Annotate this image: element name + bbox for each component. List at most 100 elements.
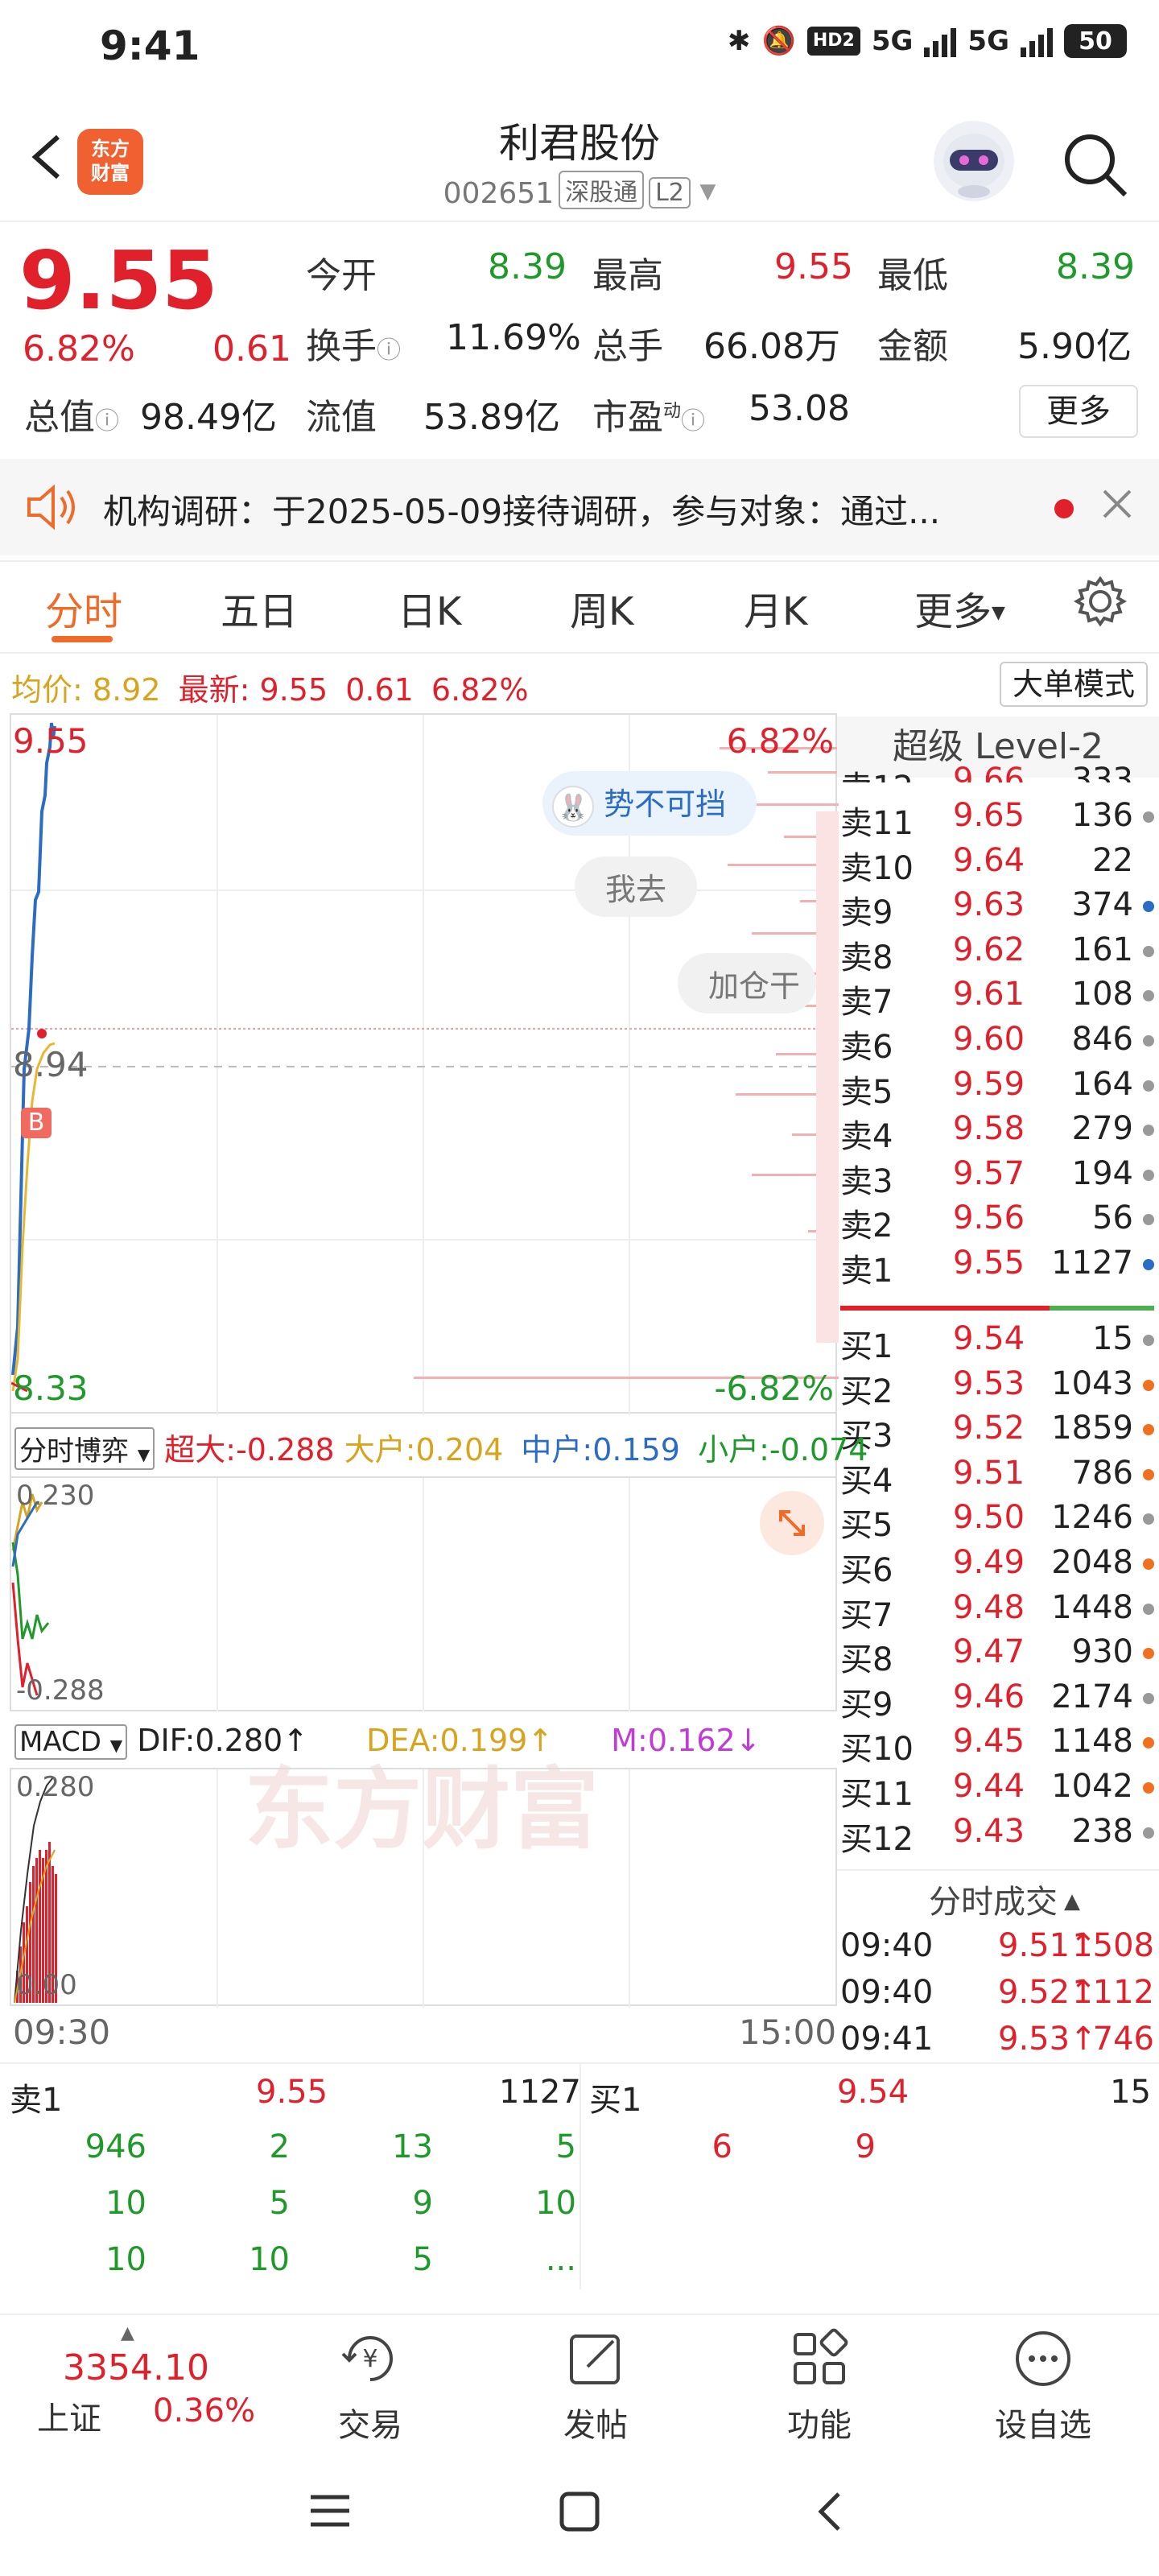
bid-volume: 786	[1071, 1454, 1133, 1492]
assistant-avatar[interactable]	[934, 121, 1014, 201]
queue-order: 10	[249, 2241, 290, 2278]
order-flag-dot	[1143, 1214, 1154, 1226]
order-flag-dot	[1143, 1558, 1154, 1570]
tab-more[interactable]: 更多▼	[914, 580, 1005, 636]
news-text[interactable]: 机构调研：于2025-05-09接待调研，参与对象：通过...	[103, 485, 940, 534]
bid-row[interactable]: 买12 9.43 238	[840, 1812, 1154, 1858]
ask-row[interactable]: 卖7 9.61 108	[840, 976, 1154, 1021]
more-button[interactable]: 更多	[1019, 385, 1138, 438]
bid-level-label: 买12	[840, 1820, 914, 1858]
amount-label: 金额	[877, 326, 948, 367]
nav-trade[interactable]: 交易	[290, 2399, 451, 2446]
back-nav-icon[interactable]	[806, 2487, 855, 2536]
comment-bubble-2[interactable]: 我去	[575, 857, 698, 917]
bid-row[interactable]: 买9 9.46 2174	[840, 1678, 1154, 1724]
info-icon: ⓘ	[95, 407, 119, 436]
mktcap-value: 98.49亿	[140, 397, 277, 438]
index-name[interactable]: 上证	[37, 2392, 101, 2439]
tab-intraday[interactable]: 分时	[45, 580, 122, 636]
menu-icon[interactable]	[306, 2491, 354, 2531]
speaker-icon	[27, 484, 75, 530]
ask-row[interactable]: 卖6 9.60 846	[840, 1021, 1154, 1066]
network-label-1: 5G	[871, 25, 914, 57]
comment-bubble-3[interactable]: 加仓干	[678, 953, 817, 1013]
queue-order: ...	[545, 2241, 576, 2278]
queue-order: 10	[105, 2241, 146, 2278]
comment-bubble-1[interactable]: 🐰 势不可挡	[542, 771, 757, 836]
ask-volume: 22	[1092, 841, 1133, 879]
bid-row[interactable]: 买4 9.51 786	[840, 1454, 1154, 1500]
bid-row[interactable]: 买7 9.48 1448	[840, 1588, 1154, 1634]
bid-level-label: 买9	[840, 1686, 893, 1724]
ask-row[interactable]: 卖11 9.65 136	[840, 797, 1154, 842]
high-value: 9.55	[774, 246, 853, 287]
macd-legend: MACD ▼ DIF:0.280↑ DEA:0.199↑ M:0.162↓	[14, 1723, 761, 1760]
big-order-mode-button[interactable]: 大单模式	[1000, 662, 1148, 707]
nav-post[interactable]: 发帖	[515, 2399, 676, 2446]
dropdown-caret-icon: ▼	[699, 180, 716, 204]
bid-row[interactable]: 买10 9.45 1148	[840, 1723, 1154, 1768]
expand-button[interactable]	[760, 1491, 824, 1555]
macd-selector[interactable]: MACD ▼	[14, 1724, 128, 1760]
nav-functions[interactable]: 功能	[739, 2399, 900, 2446]
buy-marker[interactable]: B	[21, 1108, 52, 1138]
svg-text:¥: ¥	[362, 2345, 377, 2373]
close-news-button[interactable]	[1099, 486, 1135, 525]
settings-button[interactable]	[1073, 575, 1128, 631]
bid-volume: 238	[1071, 1812, 1133, 1850]
bid-row[interactable]: 买8 9.47 930	[840, 1633, 1154, 1678]
queue-order: 946	[85, 2128, 146, 2165]
tab-monthly-k[interactable]: 月K	[744, 580, 807, 636]
bid-price: 9.46	[953, 1678, 1025, 1715]
ask-row[interactable]: 卖3 9.57 194	[840, 1155, 1154, 1200]
bid-row[interactable]: 买1 9.54 15	[840, 1320, 1154, 1365]
queue-order: 10	[535, 2185, 576, 2222]
ask-volume: 164	[1071, 1065, 1133, 1103]
ask-row[interactable]: 卖4 9.58 279	[840, 1110, 1154, 1155]
bid-row[interactable]: 买6 9.49 2048	[840, 1544, 1154, 1589]
tab-five-day[interactable]: 五日	[221, 580, 298, 636]
bid-volume: 1448	[1051, 1588, 1133, 1626]
indicator-selector[interactable]: 分时博弈 ▼	[14, 1427, 155, 1470]
capital-flow-chart[interactable]: 0.230 -0.288	[10, 1478, 837, 1711]
bid-row[interactable]: 买5 9.50 1246	[840, 1499, 1154, 1544]
ask-level-label: 卖10	[840, 849, 914, 887]
ask-row[interactable]: 卖10 9.64 22	[840, 841, 1154, 887]
ask-price: 9.55	[953, 1245, 1025, 1282]
ask-row[interactable]: 卖1 9.55 1127	[840, 1245, 1154, 1290]
signal-icon	[924, 25, 957, 57]
home-icon[interactable]	[555, 2487, 604, 2536]
search-button[interactable]	[1059, 129, 1132, 201]
bid-row[interactable]: 买2 9.53 1043	[840, 1365, 1154, 1410]
bid-row[interactable]: 买3 9.52 1859	[840, 1410, 1154, 1455]
macd-chart[interactable]: 0.280 0.00	[10, 1768, 837, 2008]
tick-row: 09:40 9.52↑ 1112	[840, 1974, 1154, 2018]
post-icon	[570, 2334, 620, 2384]
index-pct[interactable]: 0.36%	[153, 2392, 255, 2429]
volume-label: 总手	[592, 326, 663, 367]
ask-row[interactable]: 卖2 9.56 56	[840, 1199, 1154, 1245]
order-flag-dot	[1143, 945, 1154, 957]
index-caret-icon: ▲	[121, 2323, 134, 2343]
ask-row[interactable]: 卖9 9.63 374	[840, 886, 1154, 931]
price-marker-dot	[37, 1029, 47, 1038]
ask-price: 9.63	[953, 886, 1025, 924]
ask-level-label: 卖6	[840, 1029, 893, 1066]
ask-row[interactable]: 卖5 9.59 164	[840, 1065, 1154, 1111]
index-value[interactable]: 3354.10	[63, 2347, 209, 2388]
tab-daily-k[interactable]: 日K	[398, 580, 461, 636]
ask-row[interactable]: 卖8 9.62 161	[840, 931, 1154, 976]
mute-icon: 🔕	[761, 25, 796, 57]
grid-icon	[794, 2328, 848, 2384]
info-icon: ⓘ	[377, 336, 401, 365]
pct-axis-top: 6.82%	[726, 721, 834, 761]
tab-weekly-k[interactable]: 周K	[570, 580, 633, 636]
bid-row[interactable]: 买11 9.44 1042	[840, 1768, 1154, 1813]
ask-price: 9.59	[953, 1065, 1025, 1103]
ask-level-label: 卖1	[840, 1253, 893, 1290]
tick-row: 09:41 9.53↑ 746	[840, 2021, 1154, 2065]
nav-add-watchlist[interactable]: 设自选	[963, 2399, 1124, 2446]
order-flag-dot	[1143, 1648, 1154, 1660]
ticks-title[interactable]: 分时成交 ▲	[929, 1876, 1080, 1922]
intraday-chart[interactable]: 东方财富 9.55 8.94 8.33 6.82% -6.82% B 🐰 势不可…	[10, 713, 839, 1861]
